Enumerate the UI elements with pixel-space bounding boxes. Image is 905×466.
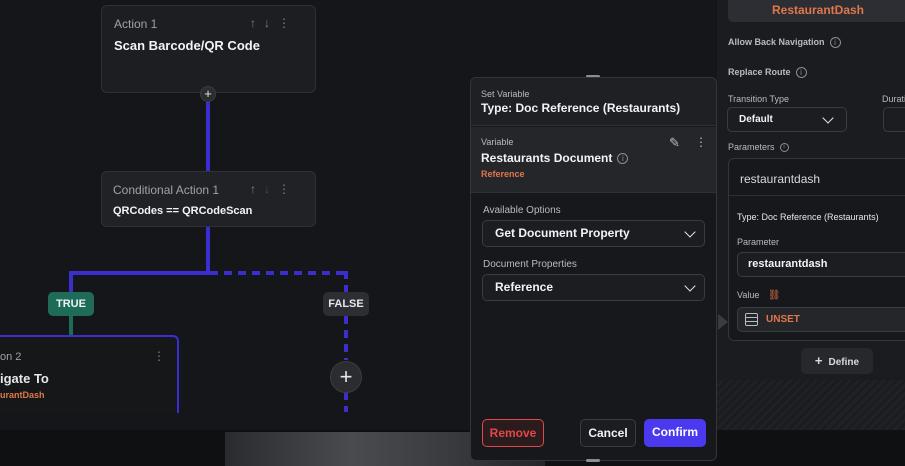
action-1-title: Scan Barcode/QR Code <box>114 38 260 53</box>
chevron-down-icon <box>684 280 696 292</box>
available-options-select[interactable]: Get Document Property <box>482 220 705 247</box>
more-icon[interactable]: ⋮ <box>278 182 290 196</box>
false-branch-line <box>344 316 348 360</box>
true-branch-line <box>69 271 73 293</box>
transition-type-label: Transition Type <box>728 94 790 104</box>
add-action-button[interactable]: + <box>200 86 216 102</box>
connector-line <box>206 227 210 275</box>
action-1-card[interactable]: Action 1 Scan Barcode/QR Code ↑ ↓ ⋮ <box>101 5 316 93</box>
define-label: Define <box>828 357 860 368</box>
action-2-sub: urantDash <box>0 390 45 400</box>
arrow-down-icon[interactable]: ↓ <box>264 16 270 30</box>
more-icon[interactable]: ⋮ <box>695 135 707 149</box>
info-icon[interactable]: i <box>795 67 807 79</box>
conditional-label: Conditional Action 1 <box>113 183 220 197</box>
connector-line <box>206 102 210 172</box>
value-label: Value ⛓ <box>737 290 781 301</box>
parameter-type: Type: Doc Reference (Restaurants) <box>737 212 879 222</box>
false-branch-line <box>344 271 348 293</box>
conditional-expression: QRCodes == QRCodeScan <box>113 205 253 217</box>
parameter-select[interactable]: restaurantdash <box>737 252 905 277</box>
transition-type-value: Default <box>739 114 773 125</box>
false-branch-line <box>344 392 348 412</box>
route-button[interactable]: RestaurantDash <box>728 0 905 22</box>
arrow-up-icon[interactable]: ↑ <box>250 16 256 30</box>
action-2-title: igate To <box>0 371 49 386</box>
plus-icon: + <box>814 353 823 368</box>
define-button[interactable]: + Define <box>801 348 873 374</box>
replace-route: Replace Route i <box>728 67 807 79</box>
dialog-header: Set Variable Type: Doc Reference (Restau… <box>471 78 716 126</box>
properties-panel: RestaurantDash Allow Back Navigation i Re… <box>717 0 905 430</box>
chevron-down-icon <box>822 112 834 124</box>
variable-title: Restaurants Document <box>481 151 613 165</box>
document-properties-label: Document Properties <box>483 259 577 270</box>
duration-label: Durati <box>882 94 905 104</box>
true-branch-line <box>69 316 73 336</box>
header-label: Set Variable <box>481 89 530 99</box>
more-icon[interactable]: ⋮ <box>278 16 290 30</box>
panel-footer <box>717 380 905 430</box>
value-field[interactable]: UNSET <box>737 307 905 332</box>
action-2-label: on 2 <box>0 351 22 363</box>
more-icon[interactable]: ⋮ <box>153 349 165 363</box>
variable-box: Variable Restaurants Document i Referenc… <box>471 127 716 193</box>
document-properties-value: Reference <box>495 280 554 294</box>
resize-handle[interactable] <box>586 459 600 462</box>
available-options-value: Get Document Property <box>495 226 630 240</box>
set-variable-dialog: Set Variable Type: Doc Reference (Restau… <box>470 77 717 461</box>
variable-type: Reference <box>481 169 525 179</box>
action-2-card[interactable]: on 2 igate To urantDash ⋮ <box>0 335 179 413</box>
parameter-name: restaurantdash <box>740 172 821 186</box>
parameter-value: restaurantdash <box>748 258 828 270</box>
confirm-button[interactable]: Confirm <box>644 419 706 447</box>
available-options-label: Available Options <box>483 205 561 216</box>
value-text: UNSET <box>766 314 800 325</box>
variable-icon[interactable]: ⛓ <box>768 290 781 301</box>
false-badge[interactable]: FALSE <box>323 292 369 316</box>
false-branch-line <box>210 271 348 275</box>
value-pointer <box>718 314 728 330</box>
header-title: Type: Doc Reference (Restaurants) <box>481 101 681 115</box>
parameter-label: Parameter <box>737 237 780 247</box>
parameters-label: Parameters i <box>728 142 789 153</box>
allow-back-navigation: Allow Back Navigation i <box>728 37 841 49</box>
edit-icon[interactable]: ✎ <box>669 135 680 151</box>
true-branch-line <box>69 271 210 275</box>
info-icon[interactable]: i <box>779 143 789 153</box>
action-1-label: Action 1 <box>114 17 158 31</box>
document-properties-select[interactable]: Reference <box>482 274 705 301</box>
cancel-button[interactable]: Cancel <box>580 419 636 447</box>
chevron-down-icon <box>684 226 696 238</box>
info-icon[interactable]: i <box>617 152 629 164</box>
database-icon <box>745 313 758 326</box>
add-false-action-button[interactable]: + <box>330 361 362 393</box>
parameter-card: restaurantdash Type: Doc Reference (Rest… <box>728 158 905 341</box>
remove-button[interactable]: Remove <box>482 419 544 447</box>
info-icon[interactable]: i <box>829 37 841 49</box>
transition-type-select[interactable]: Default <box>727 107 847 132</box>
true-badge[interactable]: TRUE <box>48 292 94 316</box>
arrow-up-icon[interactable]: ↑ <box>250 182 256 196</box>
duration-input[interactable] <box>883 107 905 132</box>
arrow-down-icon[interactable]: ↓ <box>264 182 270 196</box>
conditional-action-card[interactable]: Conditional Action 1 QRCodes == QRCodeSc… <box>101 171 316 227</box>
